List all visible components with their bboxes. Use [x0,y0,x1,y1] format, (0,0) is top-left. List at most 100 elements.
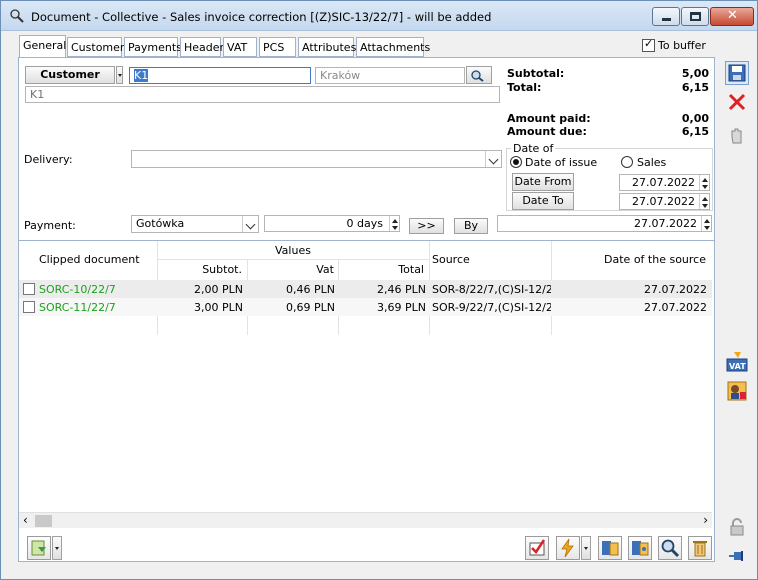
row-total: 3,69 PLN [377,301,426,314]
tab-header[interactable]: Header [180,37,224,57]
date-of-group: Date of Date of issue Sales Date From 27… [506,142,713,211]
tab-label: PCS [263,41,285,54]
generate-dropdown-button[interactable] [581,536,591,560]
column-header-subtotal[interactable]: Subtot. [158,263,242,276]
table-row[interactable]: SORC-11/22/7 3,00 PLN 0,69 PLN 3,69 PLN … [19,298,712,316]
row-document[interactable]: SORC-10/22/7 [39,283,116,296]
pin-button[interactable] [725,544,749,568]
customer-city-input[interactable]: Kraków [315,67,465,84]
import-button[interactable] [27,536,51,560]
save-button[interactable] [725,61,749,85]
magnifier-icon [661,539,680,558]
lock-button[interactable] [725,515,749,539]
payment-method-value: Gotówka [136,217,185,230]
date-from-value: 27.07.2022 [632,176,695,189]
total-label: Total: [507,81,542,94]
horizontal-scrollbar[interactable]: ‹ › [19,512,712,528]
copy-date-button[interactable]: >> [409,218,444,234]
payment-days-value: 0 days [346,217,383,230]
column-header-total[interactable]: Total [339,263,424,276]
column-header-vat[interactable]: Vat [248,263,334,276]
customer-button-label: Customer [40,68,100,81]
column-header-clipped-document[interactable]: Clipped document [39,253,140,266]
svg-text:VAT: VAT [729,362,746,371]
red-x-icon [728,93,746,111]
due-date-spinner-icon[interactable] [701,216,711,231]
by-button[interactable]: By [454,218,488,234]
cancel-button[interactable] [725,90,749,114]
close-button[interactable]: ✕ [710,7,754,26]
contractor-button[interactable] [725,379,749,403]
check-document-button[interactable] [525,536,549,560]
sales-radio[interactable] [621,156,633,168]
floppy-disk-icon [728,64,746,82]
date-of-issue-radio[interactable] [510,156,522,168]
tab-attachments[interactable]: Attachments [356,37,430,57]
tab-label: Attachments [360,41,431,54]
customer-code-value: K1 [134,69,149,82]
tab-payments[interactable]: Payments [124,37,182,57]
payment-days-spinner-icon[interactable] [389,216,399,231]
tab-general[interactable]: General [19,35,66,58]
import-dropdown-button[interactable] [52,536,62,560]
add-document-button[interactable] [598,536,622,560]
row-document[interactable]: SORC-11/22/7 [39,301,116,314]
customer-search-button[interactable] [466,66,492,84]
row-total: 2,46 PLN [377,283,426,296]
payment-due-date-input[interactable]: 27.07.2022 [497,215,712,232]
tab-attributes[interactable]: Attributes [298,37,357,57]
vat-button[interactable]: VAT [725,350,749,374]
date-from-button[interactable]: Date From [512,173,574,191]
date-from-spinner-icon[interactable] [699,175,709,190]
delivery-select[interactable] [131,150,502,168]
copy-date-button-label: >> [417,219,436,232]
preview-button[interactable] [658,536,682,560]
date-to-input[interactable]: 27.07.2022 [619,193,710,210]
date-to-value: 27.07.2022 [632,195,695,208]
row-checkbox[interactable] [23,283,35,295]
delete-button[interactable] [688,536,712,560]
padlock-icon [730,518,744,536]
approve-button[interactable] [725,125,749,149]
column-header-source[interactable]: Source [432,253,470,266]
document-window: Document - Collective - Sales invoice co… [0,0,758,580]
tab-label: Attributes [302,41,357,54]
generate-button[interactable] [556,536,580,560]
edit-document-button[interactable] [628,536,652,560]
customer-dropdown-button[interactable] [116,66,123,84]
person-card-icon [727,381,747,401]
scroll-right-icon[interactable]: › [703,513,708,527]
date-to-spinner-icon[interactable] [699,194,709,209]
total-value: 6,15 [681,81,709,94]
to-buffer-checkbox[interactable]: ✓ [642,37,655,52]
documents-import-icon [31,540,46,556]
row-date: 27.07.2022 [644,301,707,314]
title-bar: Document - Collective - Sales invoice co… [1,1,757,31]
tab-pcs[interactable]: PCS [259,37,296,57]
payment-days-input[interactable]: 0 days [264,215,400,232]
table-row[interactable]: SORC-10/22/7 2,00 PLN 0,46 PLN 2,46 PLN … [19,280,712,298]
date-from-input[interactable]: 27.07.2022 [619,174,710,191]
column-header-date-of-source[interactable]: Date of the source [552,253,706,266]
tab-customer[interactable]: Customer [67,37,124,57]
clipped-documents-grid[interactable]: Clipped document Values Subtot. Vat Tota… [19,240,714,530]
customer-code-input[interactable]: K1 [129,67,311,84]
payment-label: Payment: [24,219,76,232]
subtotal-label: Subtotal: [507,67,565,80]
row-source: SOR-9/22/7,(C)SI-12/22 [432,301,551,314]
amount-due-label: Amount due: [507,125,587,138]
row-checkbox[interactable] [23,301,35,313]
dropdown-arrow-icon [118,74,122,77]
maximize-button[interactable] [681,7,709,26]
scrollbar-thumb[interactable] [35,515,52,527]
row-vat: 0,69 PLN [286,301,335,314]
minimize-button[interactable] [652,7,680,26]
scroll-left-icon[interactable]: ‹ [23,513,28,527]
customer-button[interactable]: Customer [25,66,115,84]
customer-city-placeholder: Kraków [320,69,361,82]
payment-due-date-value: 27.07.2022 [634,217,697,230]
tab-vat[interactable]: VAT [223,37,257,57]
close-icon: ✕ [727,8,738,23]
payment-method-select[interactable]: Gotówka [131,215,259,233]
date-to-button[interactable]: Date To [512,192,574,210]
